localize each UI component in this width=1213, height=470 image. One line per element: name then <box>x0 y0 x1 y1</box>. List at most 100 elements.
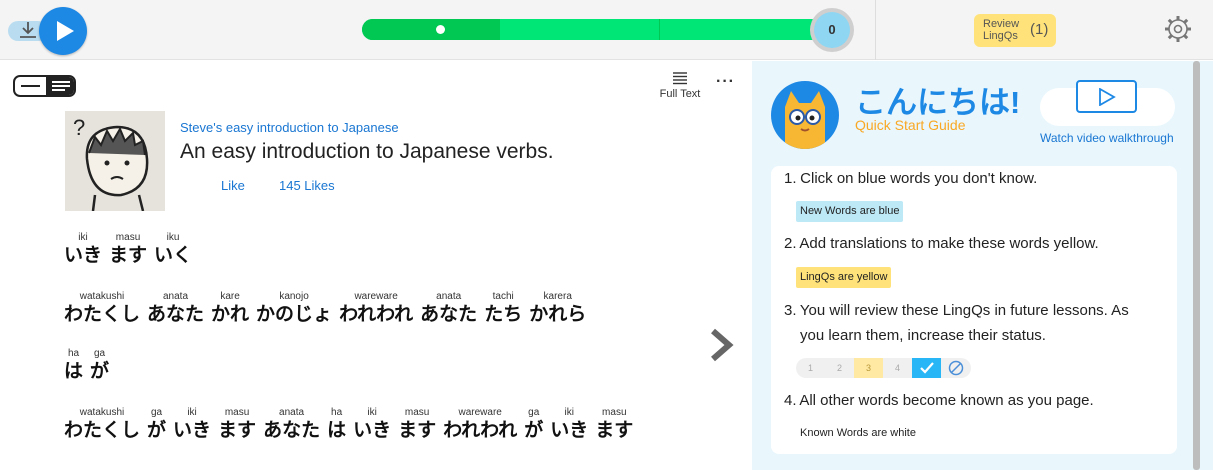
progress-divider <box>659 19 660 40</box>
word[interactable]: wareware われわれ <box>443 406 517 443</box>
word[interactable]: kare かれ <box>211 290 249 327</box>
word[interactable]: iki いき <box>550 406 588 443</box>
course-link[interactable]: Steve's easy introduction to Japanese <box>180 120 399 135</box>
watch-video-link[interactable]: Watch video walkthrough <box>1040 131 1174 145</box>
word-reading: ha <box>67 348 80 359</box>
text-line-4: watakushi わたくし ga が iki いき masu ます anata あなた ha は ik… <box>64 406 633 443</box>
status-known[interactable] <box>912 358 941 378</box>
chevron-right-icon <box>711 328 734 362</box>
word-reading: watakushi <box>79 291 125 302</box>
word-text: われわれ <box>339 304 414 325</box>
full-text-button[interactable]: Full Text <box>654 71 706 100</box>
watch-video-button[interactable] <box>1076 80 1137 113</box>
status-ignore[interactable] <box>941 358 970 378</box>
word-text: いき <box>173 420 212 441</box>
word[interactable]: anata あなた <box>420 290 477 327</box>
word-reading: watakushi <box>79 407 125 418</box>
next-page-button[interactable] <box>709 328 735 367</box>
greeting-heading: こんにちは! <box>855 85 1021 120</box>
word[interactable]: ha は <box>327 406 346 443</box>
word-reading: iki <box>78 232 88 243</box>
status-1[interactable]: 1 <box>796 358 825 378</box>
word[interactable]: ga が <box>90 347 109 384</box>
word[interactable]: tachi たち <box>484 290 522 327</box>
lingqs-badge: LingQs are yellow <box>796 267 892 288</box>
word-reading: masu <box>602 407 627 418</box>
word[interactable]: karera かれら <box>529 290 586 327</box>
page-view-option[interactable] <box>46 77 74 95</box>
step-4: 4. All other words become known as you p… <box>784 392 1094 409</box>
word[interactable]: watakushi わたくし <box>64 406 140 443</box>
word[interactable]: anata あなた <box>263 406 320 443</box>
word-reading: ha <box>331 407 343 418</box>
ignore-icon <box>948 360 963 376</box>
sentence-view-option[interactable] <box>15 77 46 95</box>
word[interactable]: ga が <box>147 406 166 443</box>
word-reading: iki <box>367 407 377 418</box>
known-words-badge: Known Words are white <box>796 423 920 444</box>
checkmark-icon <box>919 362 934 374</box>
mascot-avatar <box>771 81 839 149</box>
word-text: いき <box>353 420 392 441</box>
step-1: 1. Click on blue words you don't know. <box>784 170 1038 187</box>
settings-button[interactable] <box>1163 14 1193 49</box>
word-reading: wareware <box>354 291 398 302</box>
play-button[interactable] <box>39 7 87 55</box>
more-options-button[interactable]: ··· <box>716 73 735 91</box>
play-icon <box>1099 88 1116 106</box>
word[interactable]: wareware われわれ <box>339 290 413 327</box>
word-reading: karera <box>543 291 572 302</box>
quick-start-subtitle: Quick Start Guide <box>855 117 966 133</box>
playhead-handle[interactable] <box>435 25 445 34</box>
word[interactable]: iku いく <box>154 231 192 268</box>
status-3[interactable]: 3 <box>854 358 883 378</box>
play-icon <box>57 21 74 41</box>
audio-progress-bar[interactable] <box>362 19 822 40</box>
word[interactable]: ha は <box>64 347 83 384</box>
text-line-1: iki いき masu ます iku いく <box>64 231 192 268</box>
word[interactable]: ga が <box>524 406 543 443</box>
status-4[interactable]: 4 <box>883 358 912 378</box>
word-text: いき <box>550 420 589 441</box>
word[interactable]: anata あなた <box>147 290 204 327</box>
word[interactable]: masu ます <box>218 406 256 443</box>
word[interactable]: masu ます <box>398 406 436 443</box>
lesson-thumbnail: ? <box>65 111 165 211</box>
word[interactable]: kanojo かのじょ <box>256 290 332 327</box>
word-text: いく <box>154 245 193 266</box>
new-words-badge: New Words are blue <box>796 201 904 222</box>
word-text: は <box>64 361 84 382</box>
text-line-2: watakushi わたくし anata あなた kare かれ kanojo かのじょ war… <box>64 290 586 327</box>
likes-count[interactable]: 145 Likes <box>279 178 335 193</box>
word-text: が <box>147 420 167 441</box>
word[interactable]: masu ます <box>109 231 147 268</box>
word[interactable]: watakushi わたくし <box>64 290 140 327</box>
word-reading: masu <box>115 232 141 243</box>
step-2: 2. Add translations to make these words … <box>784 235 1099 252</box>
review-label: Review LingQs <box>983 18 1020 42</box>
word-text: わたくし <box>64 420 141 441</box>
status-2[interactable]: 2 <box>825 358 854 378</box>
word-text: ます <box>398 420 437 441</box>
word[interactable]: iki いき <box>353 406 391 443</box>
review-lingqs-button[interactable]: Review LingQs (1) <box>974 14 1056 47</box>
word-text: が <box>524 420 544 441</box>
word-reading: kanojo <box>279 291 309 302</box>
top-toolbar: 0 Review LingQs (1) <box>0 0 1213 60</box>
word-reading: kare <box>220 291 240 302</box>
word-reading: ga <box>528 407 540 418</box>
like-button[interactable]: Like <box>221 178 245 193</box>
word[interactable]: masu ます <box>595 406 633 443</box>
word-reading: wareware <box>458 407 502 418</box>
word-text: わたくし <box>64 304 141 325</box>
panel-scrollbar[interactable] <box>1193 61 1200 470</box>
word-text: かのじょ <box>256 304 333 325</box>
word-text: は <box>327 420 347 441</box>
lesson-title: An easy introduction to Japanese verbs. <box>180 140 554 163</box>
view-mode-toggle[interactable] <box>13 75 76 97</box>
word[interactable]: iki いき <box>64 231 102 268</box>
word[interactable]: iki いき <box>173 406 211 443</box>
review-count: (1) <box>1030 21 1049 38</box>
word-text: われわれ <box>443 420 518 441</box>
reader-panel: Full Text ··· ? Steve's easy introductio… <box>0 61 752 470</box>
